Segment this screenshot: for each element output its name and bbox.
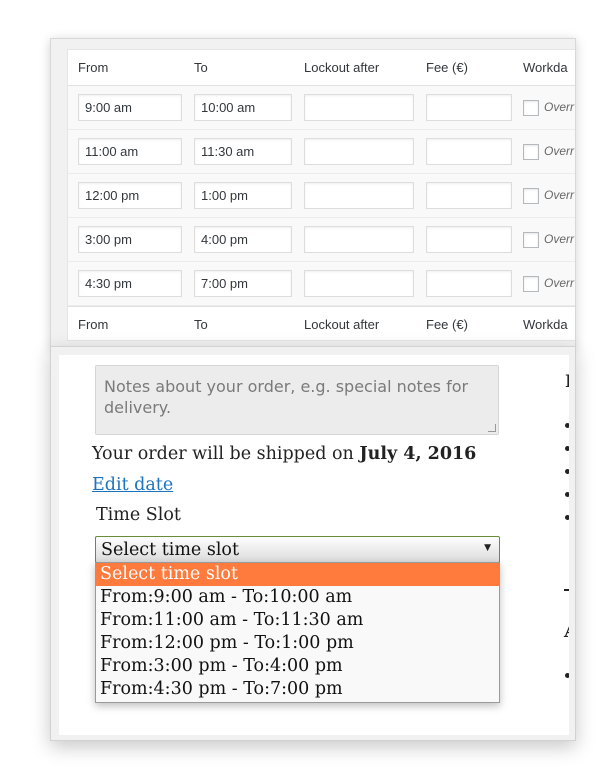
table-body: 9:00 am 10:00 am Overr 11:00 am 11:30 am… [68, 86, 575, 306]
to-time-input[interactable]: 10:00 am [194, 94, 292, 121]
footer-column-workdays: Workda [523, 317, 568, 332]
to-time-input[interactable]: 1:00 pm [194, 182, 292, 209]
override-label: Overr [544, 232, 574, 246]
checkout-panel: Notes about your order, e.g. special not… [50, 346, 576, 741]
bullet-icon [565, 469, 569, 474]
admin-panel: From To Lockout after Fee (€) Workda 9:0… [50, 38, 576, 350]
from-time-input[interactable]: 4:30 pm [78, 270, 182, 297]
table-row: 12:00 pm 1:00 pm Overr [68, 174, 575, 218]
lockout-input[interactable] [304, 94, 414, 121]
fee-input[interactable] [426, 138, 512, 165]
override-checkbox[interactable] [523, 276, 539, 292]
time-slot-label: Time Slot [96, 505, 181, 525]
time-slot-option[interactable]: From:12:00 pm - To:1:00 pm [96, 632, 499, 655]
order-notes-textarea[interactable]: Notes about your order, e.g. special not… [95, 365, 499, 435]
side-divider [564, 589, 569, 591]
time-slot-dropdown: Select time slot From:9:00 am - To:10:00… [95, 562, 500, 703]
table-row: 4:30 pm 7:00 pm Overr [68, 262, 575, 306]
time-slot-option[interactable]: From:9:00 am - To:10:00 am [96, 586, 499, 609]
lockout-input[interactable] [304, 270, 414, 297]
to-time-input[interactable]: 7:00 pm [194, 270, 292, 297]
fee-input[interactable] [426, 226, 512, 253]
override-label: Overr [544, 100, 574, 114]
bullet-icon [565, 492, 569, 497]
footer-column-to: To [194, 317, 208, 332]
column-header-from: From [78, 60, 109, 75]
column-header-to: To [194, 60, 208, 75]
column-header-workdays: Workda [523, 60, 568, 75]
time-slot-option[interactable]: Select time slot [96, 563, 499, 586]
time-slot-option[interactable]: From:3:00 pm - To:4:00 pm [96, 655, 499, 678]
bullet-icon [565, 673, 569, 678]
lockout-input[interactable] [304, 182, 414, 209]
override-checkbox[interactable] [523, 232, 539, 248]
fee-input[interactable] [426, 94, 512, 121]
time-slot-option[interactable]: From:11:00 am - To:11:30 am [96, 609, 499, 632]
column-header-lockout: Lockout after [304, 60, 380, 75]
from-time-input[interactable]: 12:00 pm [78, 182, 182, 209]
to-time-input[interactable]: 4:00 pm [194, 226, 292, 253]
edit-date-link[interactable]: Edit date [92, 475, 173, 495]
column-header-fee: Fee (€) [426, 60, 468, 75]
bullet-icon [565, 446, 569, 451]
time-slot-selected-value: Select time slot [101, 540, 239, 560]
from-time-input[interactable]: 3:00 pm [78, 226, 182, 253]
fee-input[interactable] [426, 182, 512, 209]
resize-grip-icon[interactable] [488, 424, 496, 432]
footer-column-lockout: Lockout after [304, 317, 380, 332]
time-slot-select[interactable]: Select time slot ▼ [95, 536, 500, 563]
footer-column-from: From [78, 317, 109, 332]
override-checkbox[interactable] [523, 144, 539, 160]
time-slot-table: From To Lockout after Fee (€) Workda 9:0… [67, 49, 575, 341]
override-checkbox[interactable] [523, 100, 539, 116]
table-header: From To Lockout after Fee (€) Workda [68, 50, 575, 86]
override-label: Overr [544, 276, 574, 290]
override-checkbox[interactable] [523, 188, 539, 204]
fee-input[interactable] [426, 270, 512, 297]
order-notes-placeholder: Notes about your order, e.g. special not… [104, 377, 469, 417]
side-heading-fragment-2: A [564, 620, 569, 642]
table-row: 9:00 am 10:00 am Overr [68, 86, 575, 130]
from-time-input[interactable]: 9:00 am [78, 94, 182, 121]
override-label: Overr [544, 144, 574, 158]
table-row: 11:00 am 11:30 am Overr [68, 130, 575, 174]
shipping-date-notice: Your order will be shipped on July 4, 20… [92, 439, 512, 501]
time-slot-option[interactable]: From:4:30 pm - To:7:00 pm [96, 678, 499, 701]
lockout-input[interactable] [304, 226, 414, 253]
footer-column-fee: Fee (€) [426, 317, 468, 332]
from-time-input[interactable]: 11:00 am [78, 138, 182, 165]
ship-prefix: Your order will be shipped on [92, 444, 354, 464]
bullet-icon [565, 515, 569, 520]
ship-date: July 4, 2016 [359, 444, 477, 464]
table-footer: From To Lockout after Fee (€) Workda [68, 306, 575, 340]
override-label: Overr [544, 188, 574, 202]
bullet-icon [565, 423, 569, 428]
side-heading-fragment: F [565, 372, 569, 392]
table-row: 3:00 pm 4:00 pm Overr [68, 218, 575, 262]
checkout-form: Notes about your order, e.g. special not… [59, 355, 569, 735]
to-time-input[interactable]: 11:30 am [194, 138, 292, 165]
lockout-input[interactable] [304, 138, 414, 165]
caret-down-icon: ▼ [484, 543, 491, 553]
